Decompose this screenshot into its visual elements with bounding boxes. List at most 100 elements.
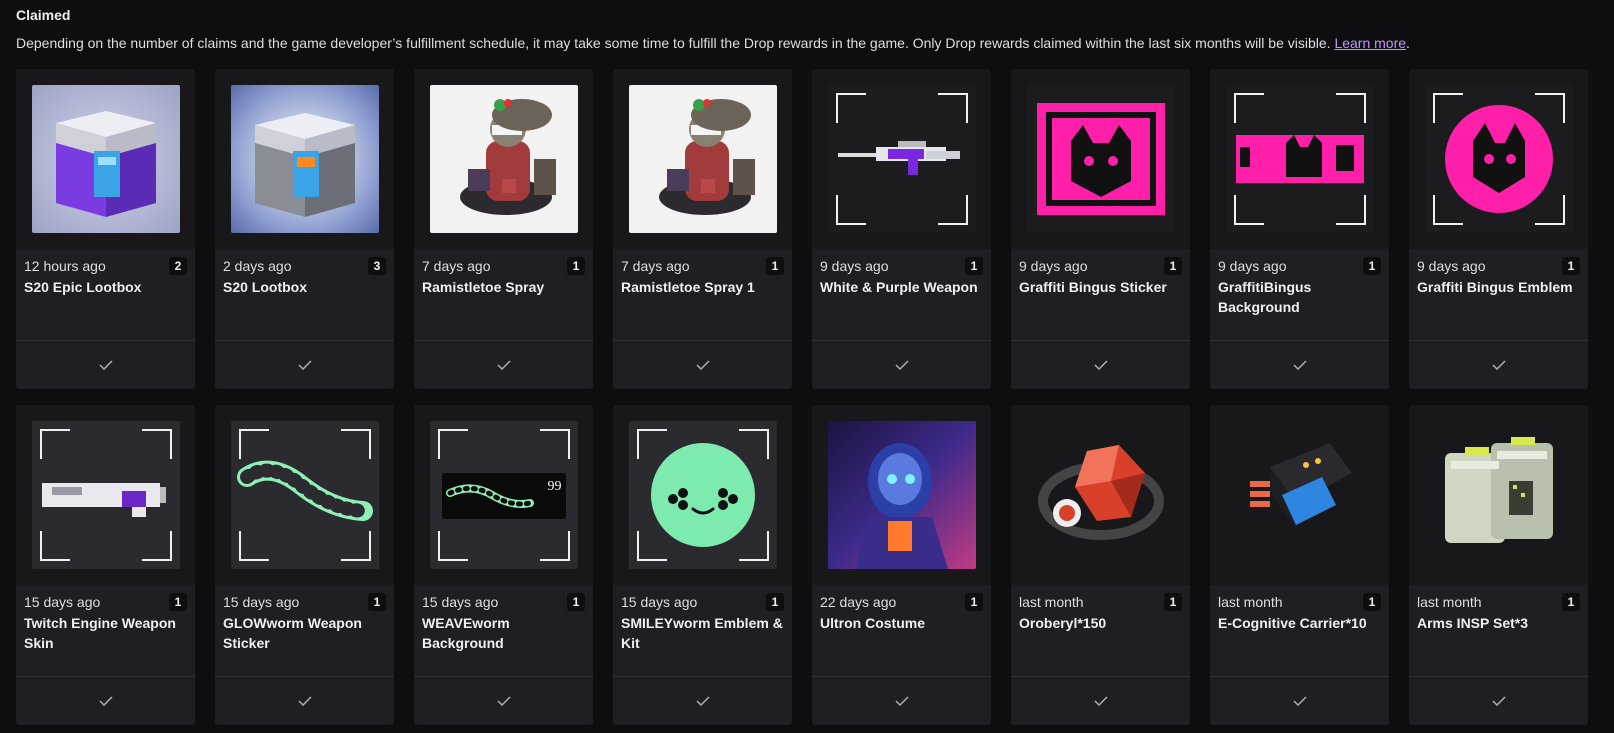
quantity-badge: 1 [965,257,983,275]
quantity-badge: 1 [1363,593,1381,611]
drop-card: 9 days ago 1 White & Purple Weapon [812,69,991,389]
claimed-status [613,340,792,389]
quantity-badge: 1 [1363,257,1381,275]
spray-icon [429,85,578,233]
claim-time: last month [1417,594,1482,610]
claim-time: 7 days ago [621,258,690,274]
drop-name: Arms INSP Set*3 [1417,615,1529,631]
quantity-badge: 1 [567,257,585,275]
drop-name: Ramistletoe Spray 1 [621,279,755,295]
carrier-icon [1225,421,1374,569]
check-icon [1093,696,1108,706]
drop-card: 22 days ago 1 Ultron Costume [812,405,991,725]
drop-name: Graffiti Bingus Emblem [1417,279,1573,295]
drop-card: 2 days ago 3 S20 Lootbox [215,69,394,389]
drop-name: GraffitiBingus Background [1218,279,1312,315]
check-icon [1491,696,1506,706]
drop-card: 15 days ago 1 Twitch Engine Weapon Skin [16,405,195,725]
claim-time: last month [1218,594,1283,610]
drop-name: S20 Lootbox [223,279,308,295]
claim-time: 15 days ago [223,594,300,610]
claimed-status [1409,340,1588,389]
claimed-status [812,676,991,725]
costume-icon [827,421,976,569]
claimed-status [16,340,195,389]
crystal-icon [1026,421,1175,569]
claimed-status [414,340,593,389]
check-icon [98,696,113,706]
worm-background-panel: 99 [441,473,566,519]
drop-name: Ramistletoe Spray [422,279,545,295]
spray-icon [628,85,777,233]
worm-sticker-icon [230,421,379,569]
drop-name: Graffiti Bingus Sticker [1019,279,1167,295]
check-icon [98,360,113,370]
claimed-status [16,676,195,725]
quantity-badge: 1 [1164,257,1182,275]
quantity-badge: 1 [567,593,585,611]
quantity-badge: 3 [368,257,386,275]
drop-name: Twitch Engine Weapon Skin [24,615,176,651]
check-icon [496,696,511,706]
check-icon [894,696,909,706]
quantity-badge: 1 [1562,593,1580,611]
claim-time: last month [1019,594,1084,610]
quantity-badge: 1 [169,593,187,611]
claim-time: 9 days ago [1218,258,1287,274]
drop-card: 12 hours ago 2 S20 Epic Lootbox [16,69,195,389]
claim-time: 15 days ago [422,594,499,610]
claim-time: 12 hours ago [24,258,106,274]
check-icon [297,360,312,370]
claimed-status [1210,340,1389,389]
quantity-badge: 1 [1562,257,1580,275]
claimed-status [215,676,394,725]
drop-card: 7 days ago 1 Ramistletoe Spray 1 [613,69,792,389]
quantity-badge: 1 [965,593,983,611]
drop-card: 9 days ago 1 GraffitiBingus Background [1210,69,1389,389]
check-icon [1093,360,1108,370]
sticker-icon [1026,85,1175,233]
check-icon [1292,696,1307,706]
description-period: . [1406,35,1410,51]
claim-time: 7 days ago [422,258,491,274]
section-title: Claimed [16,7,71,23]
drop-name: E-Cognitive Carrier*10 [1218,615,1367,631]
drop-name: Oroberyl*150 [1019,615,1107,631]
check-icon [297,696,312,706]
drop-name: GLOWworm Weapon Sticker [223,615,362,651]
claimed-status [1409,676,1588,725]
quantity-badge: 1 [766,257,784,275]
check-icon [695,360,710,370]
claimed-status [613,676,792,725]
claim-time: 2 days ago [223,258,292,274]
arms-set-icon [1424,421,1573,569]
quantity-badge: 2 [169,257,187,275]
learn-more-link[interactable]: Learn more [1334,35,1406,51]
drop-card: last month 1 Arms INSP Set*3 [1409,405,1588,725]
drop-name: WEAVEworm Background [422,615,510,651]
claimed-status [1011,676,1190,725]
drop-name: Ultron Costume [820,615,925,631]
drop-card: 7 days ago 1 Ramistletoe Spray [414,69,593,389]
weapon-icon [827,85,976,233]
claimed-description: Depending on the number of claims and th… [16,35,1606,51]
smiley-emblem-icon [628,421,777,569]
check-icon [1491,360,1506,370]
drop-name: White & Purple Weapon [820,279,978,295]
drop-card: 9 days ago 1 Graffiti Bingus Emblem [1409,69,1588,389]
background-icon [1225,85,1374,233]
drop-card: last month 1 E-Cognitive Carrier*10 [1210,405,1389,725]
claim-time: 15 days ago [24,594,101,610]
drops-grid: 12 hours ago 2 S20 Epic Lootbox 2 days ag… [16,69,1588,725]
claimed-status [812,340,991,389]
description-text: Depending on the number of claims and th… [16,35,1335,51]
drop-card: 15 days ago 1 GLOWworm Weapon Sticker [215,405,394,725]
drop-card: 9 days ago 1 Graffiti Bingus Sticker [1011,69,1190,389]
drop-card: 99 15 days ago 1 WEAVEworm Background [414,405,593,725]
worm-badge-number: 99 [547,479,562,494]
claim-time: 22 days ago [820,594,897,610]
quantity-badge: 1 [368,593,386,611]
drop-name: S20 Epic Lootbox [24,279,142,295]
emblem-icon [1424,85,1573,233]
claim-time: 9 days ago [1019,258,1088,274]
